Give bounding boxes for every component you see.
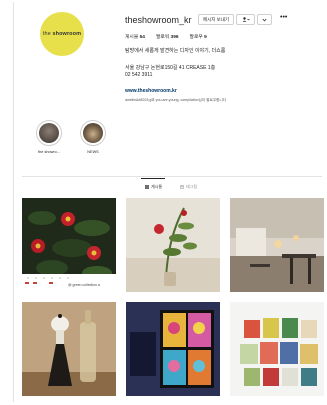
section-divider bbox=[22, 176, 322, 177]
following-count[interactable]: 팔로우 9 bbox=[190, 33, 207, 40]
cafe-interior-image bbox=[230, 198, 324, 292]
bottle-opener-image bbox=[22, 302, 116, 396]
profile-page: the showroom theshowroom_kr 메시지 보내기 ••• … bbox=[13, 2, 327, 402]
profile-avatar[interactable]: the showroom bbox=[40, 12, 84, 56]
highlight-label: the showro... bbox=[38, 150, 60, 154]
post-thumbnail[interactable]: @ green.collection.a bbox=[22, 198, 116, 292]
profile-tabs: 게시물 태그됨 bbox=[14, 184, 327, 190]
person-icon bbox=[242, 17, 250, 22]
highlight-the-showroom[interactable]: the showro... bbox=[35, 120, 63, 154]
suggest-button[interactable] bbox=[257, 14, 272, 25]
stat-label: 게시물 bbox=[125, 35, 139, 40]
tab-tagged[interactable]: 태그됨 bbox=[180, 184, 197, 190]
tab-label: 게시물 bbox=[150, 184, 162, 189]
tag-icon bbox=[180, 185, 184, 189]
red-camellia-image bbox=[22, 198, 116, 292]
showroom-highlight-image bbox=[39, 123, 59, 143]
active-tab-indicator bbox=[141, 178, 165, 179]
highlight-news[interactable]: NEWS bbox=[79, 120, 107, 154]
tab-label: 태그됨 bbox=[186, 184, 198, 189]
news-highlight-image bbox=[83, 123, 103, 143]
stat-label: 팔로우 bbox=[189, 35, 203, 40]
bio-tagline: 탐방에서 새롭게 발견하는 디자인 이야기, 더쇼룸 bbox=[125, 48, 226, 54]
profile-stats: 게시물 54 팔로워 396 팔로우 9 bbox=[125, 33, 207, 40]
highlight-label: NEWS bbox=[87, 150, 99, 154]
post-thumbnail[interactable] bbox=[230, 198, 324, 292]
plant-vase-image bbox=[126, 198, 220, 292]
tab-posts[interactable]: 게시물 bbox=[144, 184, 162, 190]
follow-dropdown-button[interactable] bbox=[236, 14, 255, 25]
warhol-poster-image bbox=[126, 302, 220, 396]
post-thumbnail[interactable] bbox=[230, 302, 324, 396]
posts-count[interactable]: 게시물 54 bbox=[125, 33, 145, 40]
post-caption: @ green.collection.a bbox=[68, 283, 100, 287]
post-thumbnail[interactable] bbox=[22, 302, 116, 396]
bio-phone: 02 542 3911 bbox=[125, 72, 153, 78]
more-options-icon[interactable]: ••• bbox=[280, 14, 287, 22]
post-thumbnail[interactable] bbox=[126, 302, 220, 396]
tin-boxes-image bbox=[230, 302, 324, 396]
grid-icon bbox=[144, 185, 149, 189]
stat-label: 팔로워 bbox=[155, 35, 170, 40]
logo-text-showroom: showroom bbox=[52, 31, 82, 37]
message-button[interactable]: 메시지 보내기 bbox=[198, 14, 234, 25]
stat-value: 396 bbox=[170, 35, 179, 40]
stat-value: 9 bbox=[204, 35, 207, 40]
followers-count[interactable]: 팔로워 396 bbox=[156, 33, 179, 40]
bio-address: 서울 강남구 논현로150길 41 CREASE 1층 bbox=[125, 65, 216, 71]
chevron-down-icon bbox=[262, 18, 267, 22]
post-thumbnail[interactable] bbox=[126, 198, 220, 292]
stat-value: 54 bbox=[139, 35, 145, 40]
followed-by-text[interactable]: dwellin&#8203;g와 you.are.young, compilat… bbox=[125, 98, 226, 103]
profile-username: theshowroom_kr bbox=[125, 15, 192, 25]
website-link[interactable]: www.theshowroom.kr bbox=[125, 88, 177, 94]
